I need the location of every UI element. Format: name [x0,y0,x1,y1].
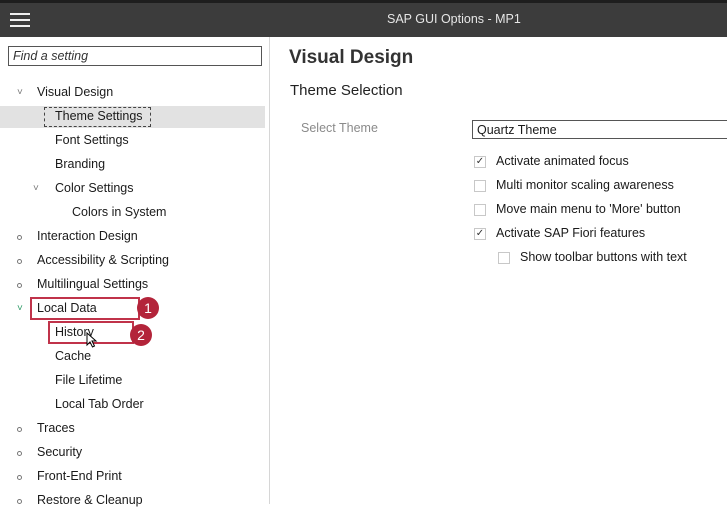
collapsed-dot-icon [17,259,22,264]
tree-item-label: Local Tab Order [55,397,144,411]
collapsed-dot-icon [17,235,22,240]
tree-item-label: Front-End Print [37,469,122,483]
sidebar: ˅ Visual Design Theme Settings Font Sett… [0,37,270,507]
checkbox-icon[interactable]: ✓ [474,228,486,240]
focus-indicator [44,107,151,127]
chevron-down-icon: ˅ [33,183,39,194]
mouse-cursor-icon [86,332,98,348]
tree-item-label: Security [37,445,83,459]
tree-item-label: Branding [55,157,106,171]
tree-item-traces[interactable]: Traces [0,418,265,440]
checkbox-icon[interactable] [498,252,510,264]
title-bar: SAP GUI Options - MP1 [0,0,727,37]
option-label: Activate animated focus [496,154,629,168]
tree-item-label: Accessibility & Scripting [37,253,169,267]
tree-item-local-tab-order[interactable]: Local Tab Order [0,394,265,416]
chevron-down-icon: ˅ [17,87,23,98]
page-title: Visual Design [289,47,414,68]
tree-item-label: Colors in System [72,205,167,219]
collapsed-dot-icon [17,499,22,504]
collapsed-dot-icon [17,427,22,432]
tree-item-label: Cache [55,349,92,363]
collapsed-dot-icon [17,283,22,288]
tree-item-label: Font Settings [55,133,129,147]
tree-item-accessibility-scripting[interactable]: Accessibility & Scripting [0,250,265,272]
tree-item-visual-design[interactable]: ˅ Visual Design [0,82,265,104]
tree-item-label: Visual Design [37,85,114,99]
tree-item-color-settings[interactable]: ˅ Color Settings [0,178,265,200]
tree-item-colors-in-system[interactable]: Colors in System [0,202,265,224]
checkbox-icon[interactable] [474,204,486,216]
collapsed-dot-icon [17,475,22,480]
theme-select-label: Select Theme [301,121,378,135]
chevron-down-icon: ˅ [17,303,23,314]
tree-item-label: Multilingual Settings [37,277,149,291]
main-panel: Visual Design Theme Selection Select The… [271,37,727,504]
annotation-badge-2: 2 [130,324,152,346]
hamburger-menu-icon[interactable] [10,12,30,28]
option-label: Multi monitor scaling awareness [496,178,674,192]
app-title: SAP GUI Options - MP1 [387,12,521,26]
tree-item-multilingual-settings[interactable]: Multilingual Settings [0,274,265,296]
search-input[interactable] [8,46,262,66]
tree-item-front-end-print[interactable]: Front-End Print [0,466,265,488]
theme-select[interactable]: Quartz Theme [472,120,727,139]
checkbox-icon[interactable]: ✓ [474,156,486,168]
tree-item-restore-cleanup[interactable]: Restore & Cleanup [0,490,265,512]
tree-item-font-settings[interactable]: Font Settings [0,130,265,152]
tree-item-interaction-design[interactable]: Interaction Design [0,226,265,248]
tree-item-label: Color Settings [55,181,134,195]
collapsed-dot-icon [17,451,22,456]
tree-item-security[interactable]: Security [0,442,265,464]
checkbox-icon[interactable] [474,180,486,192]
tree-item-label: File Lifetime [55,373,123,387]
tree-item-branding[interactable]: Branding [0,154,265,176]
tree-item-file-lifetime[interactable]: File Lifetime [0,370,265,392]
tree-item-label: Traces [37,421,75,435]
section-title: Theme Selection [290,82,403,99]
annotation-badge-1: 1 [137,297,159,319]
tree-item-label: Restore & Cleanup [37,493,143,507]
option-label: Move main menu to 'More' button [496,202,681,216]
option-label: Activate SAP Fiori features [496,226,646,240]
highlight-box-local-data [30,297,140,320]
tree-item-label: Interaction Design [37,229,138,243]
option-label: Show toolbar buttons with text [520,250,687,264]
tree-item-cache[interactable]: Cache [0,346,265,368]
